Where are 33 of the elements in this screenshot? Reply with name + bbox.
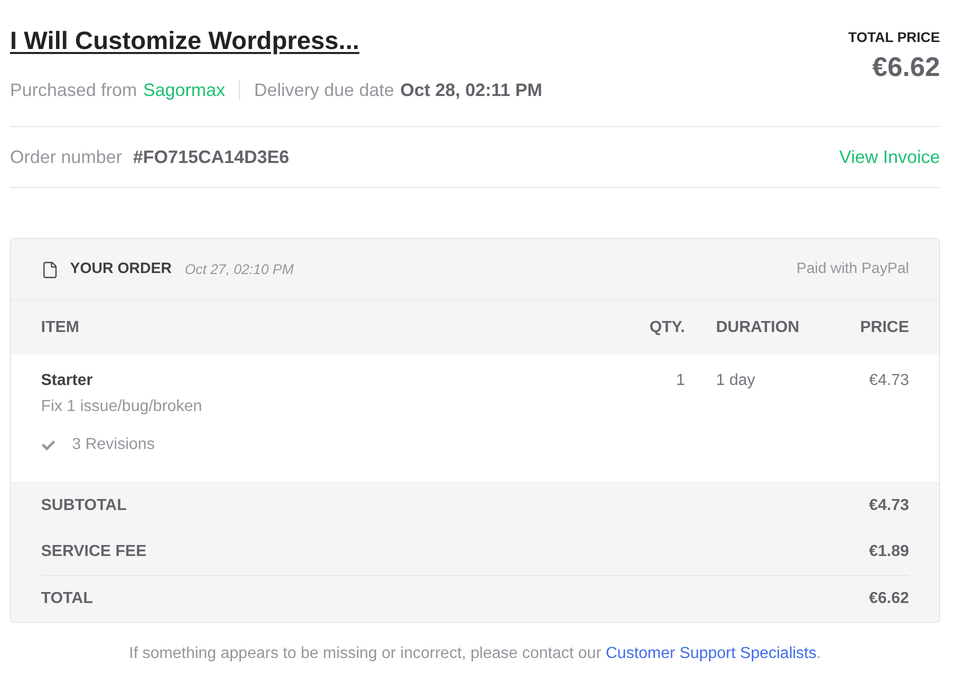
package-feature: 3 Revisions — [72, 435, 155, 455]
summary-label: SERVICE FEE — [41, 542, 147, 562]
order-number: #FO715CA14D3E6 — [133, 146, 290, 168]
summary-amount: €4.73 — [868, 496, 909, 516]
check-icon — [41, 438, 56, 452]
payment-method: Paid with PayPal — [796, 259, 909, 280]
purchased-from-label: Purchased from — [10, 79, 138, 102]
total-price-amount: €6.62 — [872, 51, 940, 84]
item-price: €4.73 — [868, 372, 909, 389]
quantity: 1 — [676, 372, 685, 389]
summary-label: SUBTOTAL — [41, 496, 127, 516]
gig-title-link[interactable]: I Will Customize Wordpress... — [10, 24, 360, 58]
column-header: PRICE — [860, 318, 909, 336]
package-description: Fix 1 issue/bug/broken — [41, 397, 202, 417]
customer-support-link[interactable]: Customer Support Specialists — [606, 645, 816, 662]
seller-link[interactable]: Sagormax — [143, 78, 226, 102]
order-number-label: Order number — [10, 146, 122, 168]
your-order-heading: YOUR ORDER — [70, 259, 172, 280]
duration: 1 day — [716, 372, 756, 389]
view-invoice-link[interactable]: View Invoice — [839, 144, 940, 170]
column-header: DURATION — [716, 318, 800, 336]
column-header: QTY. — [649, 318, 685, 336]
support-note: If something appears to be missing or incorrect, please contact our Customer Support Specialists. — [129, 644, 821, 664]
total-price-label: TOTAL PRICE — [848, 28, 940, 47]
document-icon — [41, 260, 59, 280]
summary-amount: €6.62 — [868, 588, 909, 608]
order-date: Oct 27, 02:10 PM — [184, 260, 294, 279]
summary-amount: €1.89 — [868, 542, 909, 562]
delivery-due-date: Oct 28, 02:11 PM — [400, 79, 542, 102]
package-name: Starter — [41, 371, 93, 391]
delivery-due-label: Delivery due date — [254, 79, 394, 102]
summary-label: TOTAL — [41, 588, 93, 608]
column-header: ITEM — [41, 318, 80, 336]
